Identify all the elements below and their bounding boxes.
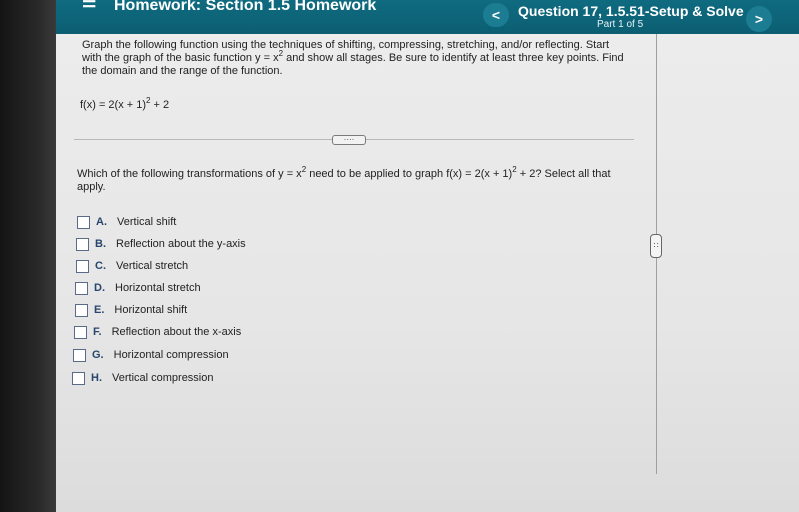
option-label: Horizontal compression — [113, 349, 229, 361]
question-text-part1: Which of the following transformations o… — [77, 168, 302, 180]
question-content: ∷ Graph the following function using the… — [56, 34, 799, 512]
homework-header: ☰ Homework: Section 1.5 Homework < Quest… — [56, 0, 799, 34]
checkbox[interactable] — [74, 325, 87, 339]
option-label: Reflection about the y-axis — [116, 238, 246, 250]
homework-title: Homework: Section 1.5 Homework — [114, 0, 377, 14]
question-prompt: Which of the following transformations o… — [77, 166, 632, 194]
panel-resize-handle[interactable]: ∷ — [650, 234, 662, 258]
checkbox[interactable] — [77, 215, 90, 229]
option-f[interactable]: F. Reflection about the x-axis — [74, 324, 241, 340]
function-definition: f(x) = 2(x + 1)2 + 2 — [80, 97, 170, 112]
option-letter: B. — [95, 238, 106, 250]
option-letter: H. — [91, 372, 102, 384]
checkbox[interactable] — [75, 281, 88, 295]
checkbox[interactable] — [72, 371, 85, 385]
function-text-part1: f(x) = 2(x + 1) — [80, 99, 147, 111]
option-e[interactable]: E. Horizontal shift — [75, 302, 187, 318]
option-b[interactable]: B. Reflection about the y-axis — [76, 236, 246, 252]
option-letter: A. — [96, 216, 107, 228]
checkbox[interactable] — [73, 348, 86, 362]
checkbox[interactable] — [76, 259, 89, 273]
menu-icon[interactable]: ☰ — [82, 0, 96, 11]
next-question-button[interactable]: > — [746, 6, 772, 32]
option-d[interactable]: D. Horizontal stretch — [75, 280, 201, 296]
option-label: Vertical stretch — [116, 260, 189, 272]
device-bezel — [0, 0, 56, 512]
question-text-part2: need to be applied to graph f(x) = 2(x +… — [306, 168, 513, 180]
option-c[interactable]: C. Vertical stretch — [76, 258, 188, 274]
checkbox[interactable] — [75, 303, 88, 317]
option-label: Vertical compression — [112, 372, 214, 384]
option-h[interactable]: H. Vertical compression — [72, 370, 214, 386]
option-a[interactable]: A. Vertical shift — [77, 214, 176, 230]
option-letter: E. — [94, 304, 105, 316]
previous-question-button[interactable]: < — [483, 3, 509, 27]
part-indicator: Part 1 of 5 — [597, 19, 644, 30]
problem-instructions: Graph the following function using the t… — [82, 39, 627, 78]
question-title: Question 17, 1.5.51-Setup & Solve — [518, 3, 744, 19]
option-letter: D. — [94, 282, 105, 294]
function-text-part2: + 2 — [150, 99, 170, 111]
option-letter: G. — [92, 349, 104, 361]
option-g[interactable]: G. Horizontal compression — [73, 347, 229, 363]
checkbox[interactable] — [76, 237, 89, 251]
option-letter: F. — [93, 326, 102, 338]
expand-more-button[interactable]: ···· — [332, 135, 366, 145]
option-letter: C. — [95, 260, 106, 272]
option-label: Reflection about the x-axis — [111, 326, 242, 338]
option-label: Horizontal shift — [114, 304, 188, 316]
option-label: Vertical shift — [117, 216, 177, 228]
option-label: Horizontal stretch — [115, 282, 201, 294]
